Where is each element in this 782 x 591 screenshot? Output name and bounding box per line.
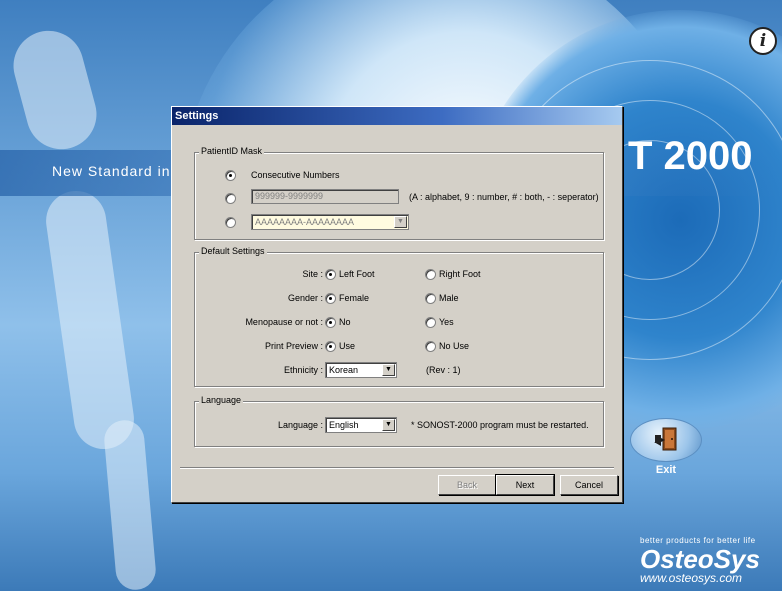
- radio-gender-female[interactable]: [325, 293, 336, 304]
- ethnicity-select[interactable]: Korean ▼: [325, 362, 397, 378]
- next-button[interactable]: Next: [495, 474, 555, 496]
- product-title: T 2000: [628, 134, 753, 178]
- ethnicity-label: Ethnicity :: [283, 365, 323, 375]
- mask-help-text: (A : alphabet, 9 : number, # : both, - :…: [409, 192, 599, 202]
- cancel-button[interactable]: Cancel: [560, 475, 618, 495]
- settings-dialog: Settings PatientID Mask Consecutive Numb…: [171, 106, 623, 503]
- radio-custom-mask[interactable]: [225, 193, 236, 204]
- language-select[interactable]: English ▼: [325, 417, 397, 433]
- gender-female-label: Female: [339, 293, 370, 303]
- language-label: Language :: [277, 420, 323, 430]
- dialog-separator: [180, 467, 614, 469]
- site-left-foot-label: Left Foot: [339, 269, 375, 279]
- site-right-foot-label: Right Foot: [439, 269, 481, 279]
- exit-door-icon: [654, 427, 677, 451]
- language-legend: Language: [199, 395, 244, 405]
- consecutive-numbers-label: Consecutive Numbers: [251, 170, 340, 180]
- default-settings-legend: Default Settings: [199, 246, 267, 256]
- back-button[interactable]: Back: [438, 475, 496, 495]
- menopause-label: Menopause or not :: [245, 317, 323, 327]
- brand-url: www.osteosys.com: [640, 571, 743, 585]
- language-value: English: [329, 420, 359, 430]
- chevron-down-icon[interactable]: ▼: [382, 364, 395, 376]
- dialog-title: Settings: [172, 107, 622, 125]
- gender-label: Gender :: [287, 293, 323, 303]
- info-button[interactable]: i: [749, 27, 777, 55]
- exit-label: Exit: [655, 464, 677, 476]
- skeleton-image: [42, 187, 138, 453]
- exit-button[interactable]: Exit: [630, 418, 702, 478]
- gender-male-label: Male: [439, 293, 459, 303]
- radio-menopause-no[interactable]: [325, 317, 336, 328]
- radio-menopause-yes[interactable]: [425, 317, 436, 328]
- print-no-use-label: No Use: [439, 341, 470, 351]
- menopause-yes-label: Yes: [439, 317, 454, 327]
- language-group: Language Language : English ▼ * SONOST-2…: [194, 395, 604, 447]
- chevron-down-icon[interactable]: ▼: [382, 419, 395, 431]
- skeleton-image: [102, 418, 158, 591]
- radio-site-right-foot[interactable]: [425, 269, 436, 280]
- radio-print-use[interactable]: [325, 341, 336, 352]
- default-settings-group: Default Settings Site : Left Foot Right …: [194, 246, 604, 387]
- revision-text: (Rev : 1): [426, 365, 461, 375]
- mask-preset-select[interactable]: AAAAAAAA-AAAAAAAA ▼: [251, 214, 409, 230]
- radio-gender-male[interactable]: [425, 293, 436, 304]
- patientid-mask-group: PatientID Mask Consecutive Numbers 99999…: [194, 146, 604, 240]
- radio-site-left-foot[interactable]: [325, 269, 336, 280]
- mask-preset-value: AAAAAAAA-AAAAAAAA: [255, 217, 355, 227]
- patientid-mask-legend: PatientID Mask: [199, 146, 265, 156]
- skeleton-image: [5, 22, 105, 158]
- restart-note: * SONOST-2000 program must be restarted.: [411, 420, 589, 430]
- tagline-text: New Standard in: [52, 163, 171, 179]
- ethnicity-value: Korean: [329, 365, 359, 375]
- menopause-no-label: No: [339, 317, 351, 327]
- print-use-label: Use: [339, 341, 356, 351]
- radio-print-no-use[interactable]: [425, 341, 436, 352]
- custom-mask-field[interactable]: 999999-9999999: [251, 189, 399, 204]
- radio-consecutive-numbers[interactable]: [225, 170, 236, 181]
- site-label: Site :: [302, 269, 323, 279]
- print-preview-label: Print Preview :: [264, 341, 323, 351]
- radio-mask-preset[interactable]: [225, 217, 236, 228]
- chevron-down-icon[interactable]: ▼: [394, 216, 407, 228]
